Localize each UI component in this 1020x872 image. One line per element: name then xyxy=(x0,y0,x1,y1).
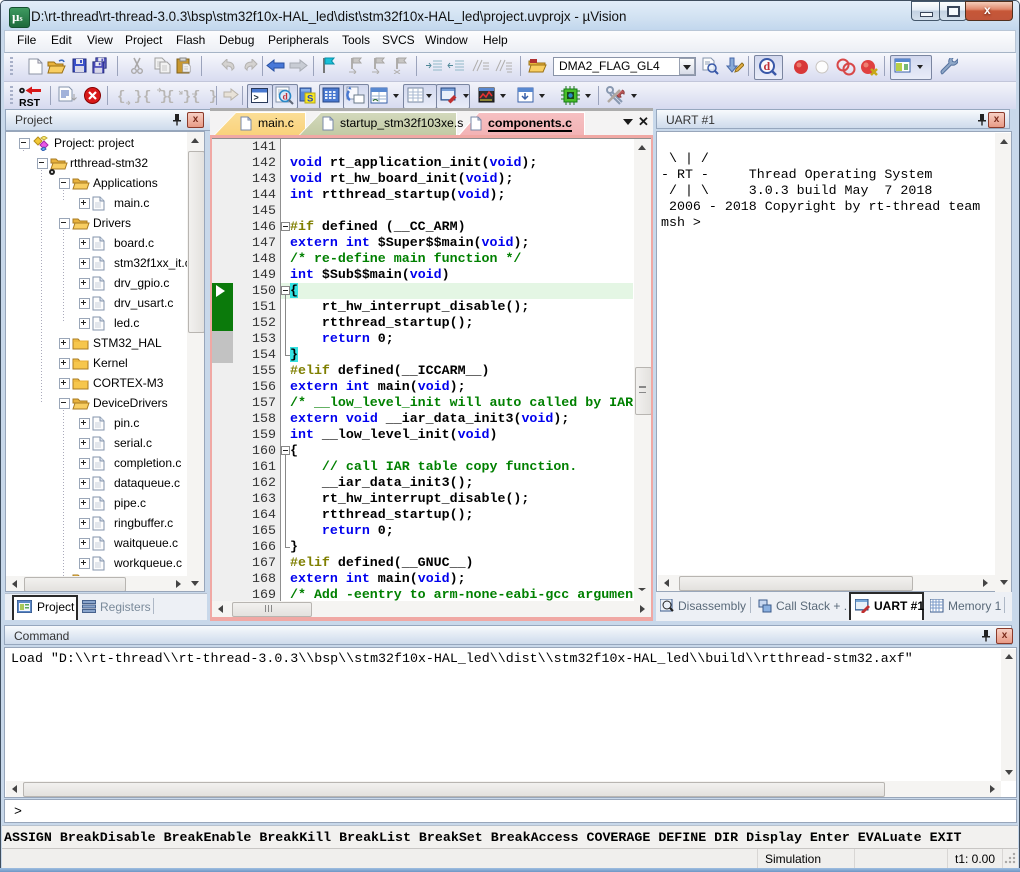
svg-text:{ }: { } xyxy=(192,89,216,105)
svg-text:>: > xyxy=(254,93,259,103)
svg-text:RST: RST xyxy=(19,97,41,107)
svg-text:d: d xyxy=(764,59,771,73)
svg-text:{ }: { } xyxy=(166,89,190,105)
svg-text:d: d xyxy=(283,93,289,103)
svg-text:{ }: { } xyxy=(143,89,167,105)
svg-text:S: S xyxy=(307,94,313,105)
